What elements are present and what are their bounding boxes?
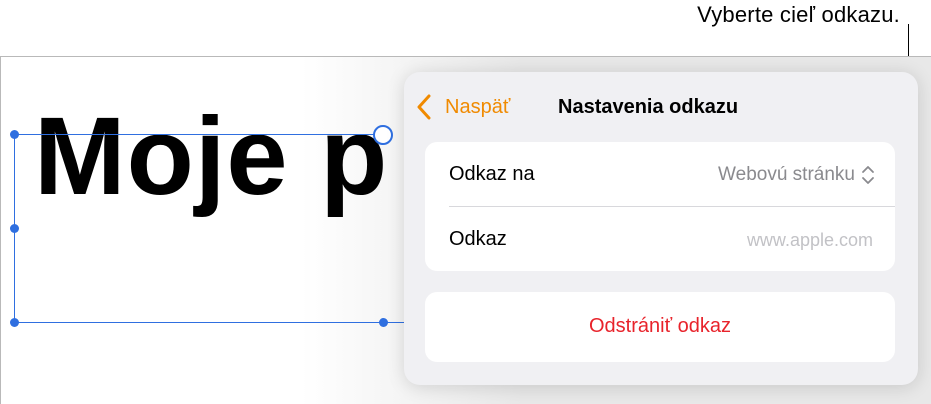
chevron-left-icon [416,94,432,120]
popover-title: Nastavenia odkazu [558,96,739,118]
callout-label: Vyberte cieľ odkazu. [697,2,900,27]
selection-handle-bottom-middle[interactable] [379,318,388,327]
selection-handle-bottom-left[interactable] [10,318,19,327]
link-settings-popover: Naspäť Nastavenia odkazu Odkaz na Webovú… [404,72,918,385]
link-to-label: Odkaz na [449,163,535,185]
selection-handle-middle-left[interactable] [10,224,19,233]
back-button[interactable]: Naspäť [416,92,510,122]
link-row[interactable]: Odkaz www.apple.com [425,207,895,271]
selection-handle-top-left[interactable] [10,130,19,139]
remove-link-button[interactable]: Odstrániť odkaz [425,292,895,362]
remove-link-label: Odstrániť odkaz [588,315,731,337]
selection-border-top [14,134,384,135]
popover-header: Naspäť Nastavenia odkazu [404,72,918,142]
link-to-row[interactable]: Odkaz na Webovú stránku [425,142,895,206]
back-button-label: Naspäť [445,95,511,118]
selection-border-bottom [14,322,406,323]
link-to-value[interactable]: Webovú stránku [718,164,855,186]
title-text-box[interactable]: Moje p [34,102,388,212]
link-url-input[interactable]: www.apple.com [747,230,873,251]
chevron-up-down-icon[interactable] [861,164,875,186]
link-settings-group: Odkaz na Webovú stránku Odkaz www.apple.… [425,142,895,271]
link-label: Odkaz [449,228,507,250]
rotate-handle[interactable] [373,125,393,145]
